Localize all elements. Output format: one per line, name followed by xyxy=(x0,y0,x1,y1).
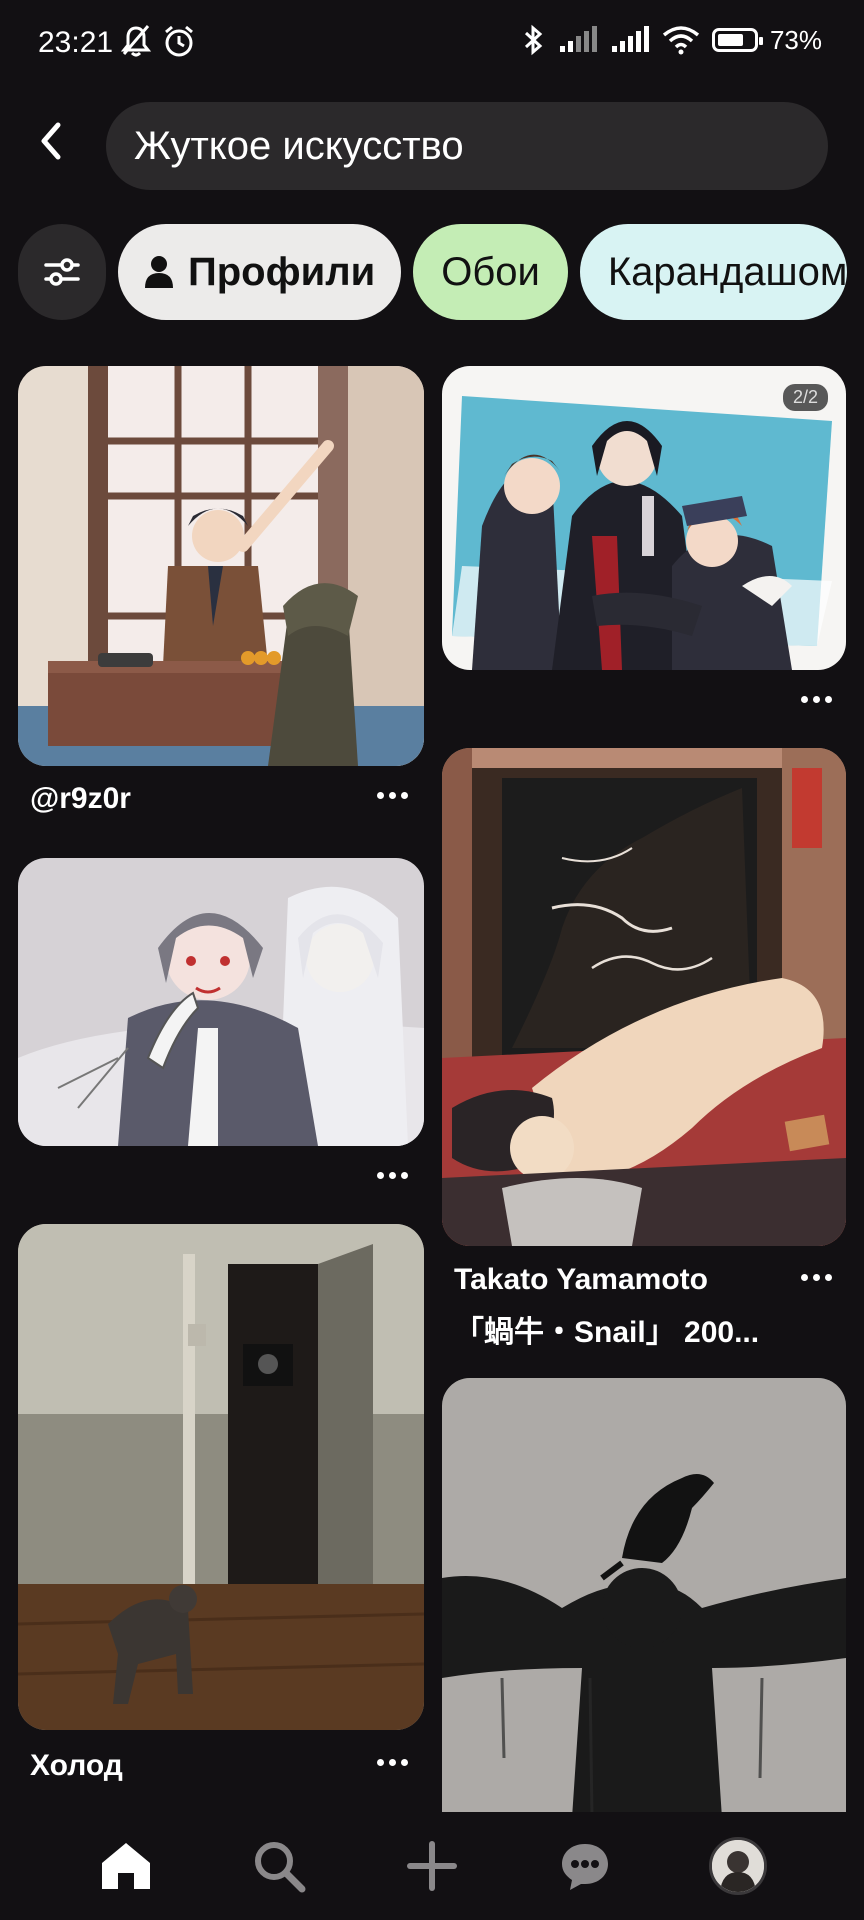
sliders-icon xyxy=(44,258,80,286)
chevron-left-icon xyxy=(41,122,61,160)
pin-caption[interactable]: Холод xyxy=(30,1749,123,1783)
pin-image[interactable] xyxy=(18,1224,424,1730)
plus-icon xyxy=(406,1841,457,1891)
status-bar: 23:21 73% xyxy=(0,0,864,88)
wifi-icon xyxy=(662,26,700,55)
pin-caption-line2[interactable]: 「蝸牛・Snail」 200... xyxy=(454,1307,759,1351)
nav-profile[interactable] xyxy=(703,1831,773,1901)
battery-icon xyxy=(711,28,763,52)
battery-text: 73% xyxy=(769,24,822,55)
chip-label: Обои xyxy=(441,249,540,294)
chat-icon xyxy=(561,1844,608,1890)
alarm-icon xyxy=(165,25,193,57)
signal-icon xyxy=(559,26,597,52)
chip-profiles[interactable]: Профили xyxy=(118,224,402,320)
pin-count-badge: 2/2 xyxy=(782,384,828,411)
pin-image[interactable] xyxy=(18,366,424,766)
more-options-button[interactable] xyxy=(370,1165,414,1185)
battery-level xyxy=(717,34,743,46)
profile-avatar xyxy=(708,1837,767,1895)
home-icon xyxy=(102,1843,151,1889)
search-icon xyxy=(255,1842,306,1893)
filter-button[interactable] xyxy=(18,224,106,320)
pin-image[interactable] xyxy=(442,1378,846,1818)
person-icon xyxy=(145,256,173,288)
pin-image[interactable]: 2/2 xyxy=(442,366,846,670)
pin-caption[interactable]: @r9z0r xyxy=(30,782,131,816)
bluetooth-icon xyxy=(524,24,543,56)
search-input[interactable]: Жуткое искусство xyxy=(106,102,828,190)
more-options-button[interactable] xyxy=(794,689,838,709)
bell-off-icon xyxy=(120,25,152,57)
status-time: 23:21 xyxy=(38,26,114,59)
back-button[interactable] xyxy=(22,112,80,170)
chip-wallpapers[interactable]: Обои xyxy=(413,224,568,320)
chip-pencil[interactable]: Карандашом xyxy=(579,224,848,320)
nav-home[interactable] xyxy=(91,1831,161,1901)
signal-icon-2 xyxy=(611,26,649,52)
pin-caption-line1[interactable]: Takato Yamamoto xyxy=(454,1263,708,1297)
chip-label: Карандашом xyxy=(607,249,848,294)
more-options-button[interactable] xyxy=(370,1752,414,1772)
bottom-nav xyxy=(0,1812,864,1920)
pin-image[interactable] xyxy=(18,858,424,1146)
more-options-button[interactable] xyxy=(370,785,414,805)
chip-label: Профили xyxy=(188,249,376,294)
search-query: Жуткое искусство xyxy=(134,123,464,168)
filter-chips: Профили Обои Карандашом xyxy=(18,224,864,322)
nav-messages[interactable] xyxy=(550,1831,620,1901)
more-options-button[interactable] xyxy=(794,1267,838,1287)
nav-search[interactable] xyxy=(244,1831,314,1901)
nav-create[interactable] xyxy=(397,1831,467,1901)
pin-image[interactable] xyxy=(442,748,846,1246)
